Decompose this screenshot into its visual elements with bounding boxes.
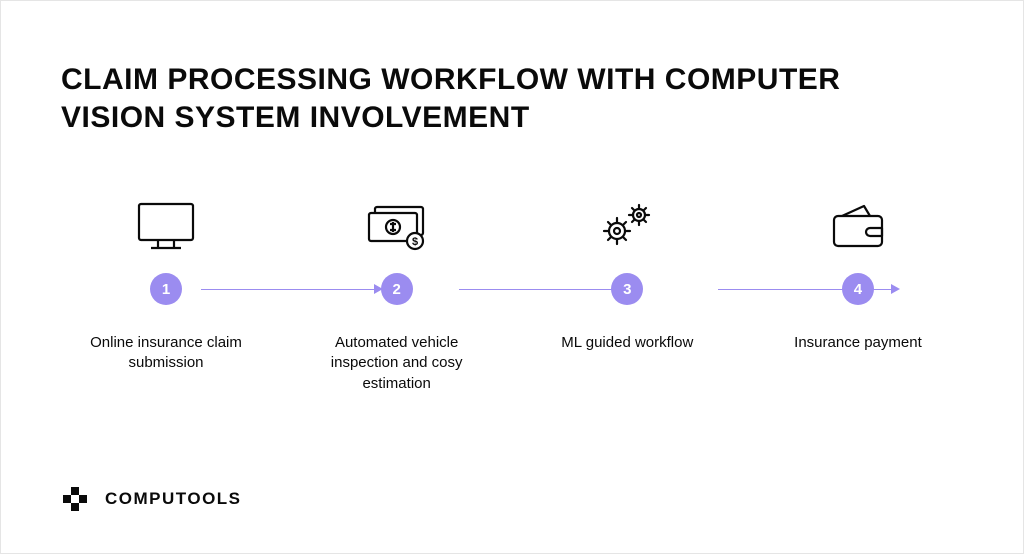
step-badge-2: 2 bbox=[381, 273, 413, 305]
monitor-icon bbox=[135, 191, 197, 261]
step-label-1: Online insurance claim submission bbox=[81, 333, 251, 374]
wallet-icon bbox=[828, 191, 888, 261]
workflow-row: 1 Online insurance claim submission $ 2 … bbox=[61, 191, 963, 394]
step-label-4: Insurance payment bbox=[794, 333, 922, 353]
brand-name: COMPUTOOLS bbox=[105, 489, 242, 509]
step-2: $ 2 Automated vehicle inspection and cos… bbox=[312, 191, 482, 394]
step-1: 1 Online insurance claim submission bbox=[81, 191, 251, 374]
step-badge-4: 4 bbox=[842, 273, 874, 305]
step-badge-3: 3 bbox=[611, 273, 643, 305]
step-4: 4 Insurance payment bbox=[773, 191, 943, 353]
step-label-3: ML guided workflow bbox=[561, 333, 693, 353]
step-3: 3 ML guided workflow bbox=[542, 191, 712, 353]
svg-text:$: $ bbox=[412, 236, 418, 248]
gears-icon bbox=[595, 191, 659, 261]
brand-footer: COMPUTOOLS bbox=[61, 445, 963, 513]
step-badge-1: 1 bbox=[150, 273, 182, 305]
step-label-2: Automated vehicle inspection and cosy es… bbox=[312, 333, 482, 394]
money-icon: $ bbox=[363, 191, 431, 261]
brand-logo-icon bbox=[61, 485, 93, 513]
page-title: CLAIM PROCESSING WORKFLOW WITH COMPUTER … bbox=[61, 61, 881, 136]
